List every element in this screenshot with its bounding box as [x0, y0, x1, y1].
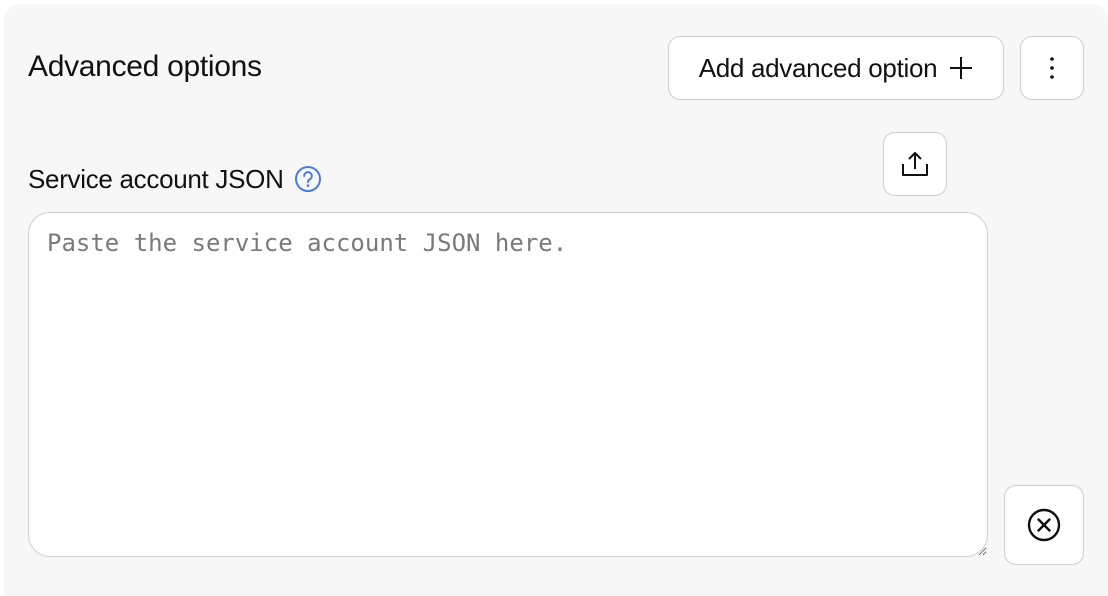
- more-options-button[interactable]: [1020, 36, 1084, 100]
- plus-icon: [949, 56, 973, 80]
- field-label-text: Service account JSON: [28, 164, 284, 194]
- service-account-field-label: Service account JSON: [28, 162, 322, 196]
- clear-field-button[interactable]: [1004, 485, 1084, 565]
- upload-file-button[interactable]: [883, 132, 947, 196]
- section-title: Advanced options: [28, 50, 262, 83]
- add-advanced-option-button[interactable]: Add advanced option: [668, 36, 1004, 100]
- advanced-options-panel: Advanced options Add advanced option Ser…: [4, 4, 1108, 596]
- kebab-menu-icon: [1048, 56, 1056, 80]
- upload-icon: [900, 150, 930, 178]
- service-account-json-input[interactable]: [28, 212, 988, 557]
- help-circle-icon[interactable]: [294, 165, 322, 193]
- add-advanced-option-label: Add advanced option: [698, 52, 938, 83]
- close-circle-icon: [1026, 507, 1062, 543]
